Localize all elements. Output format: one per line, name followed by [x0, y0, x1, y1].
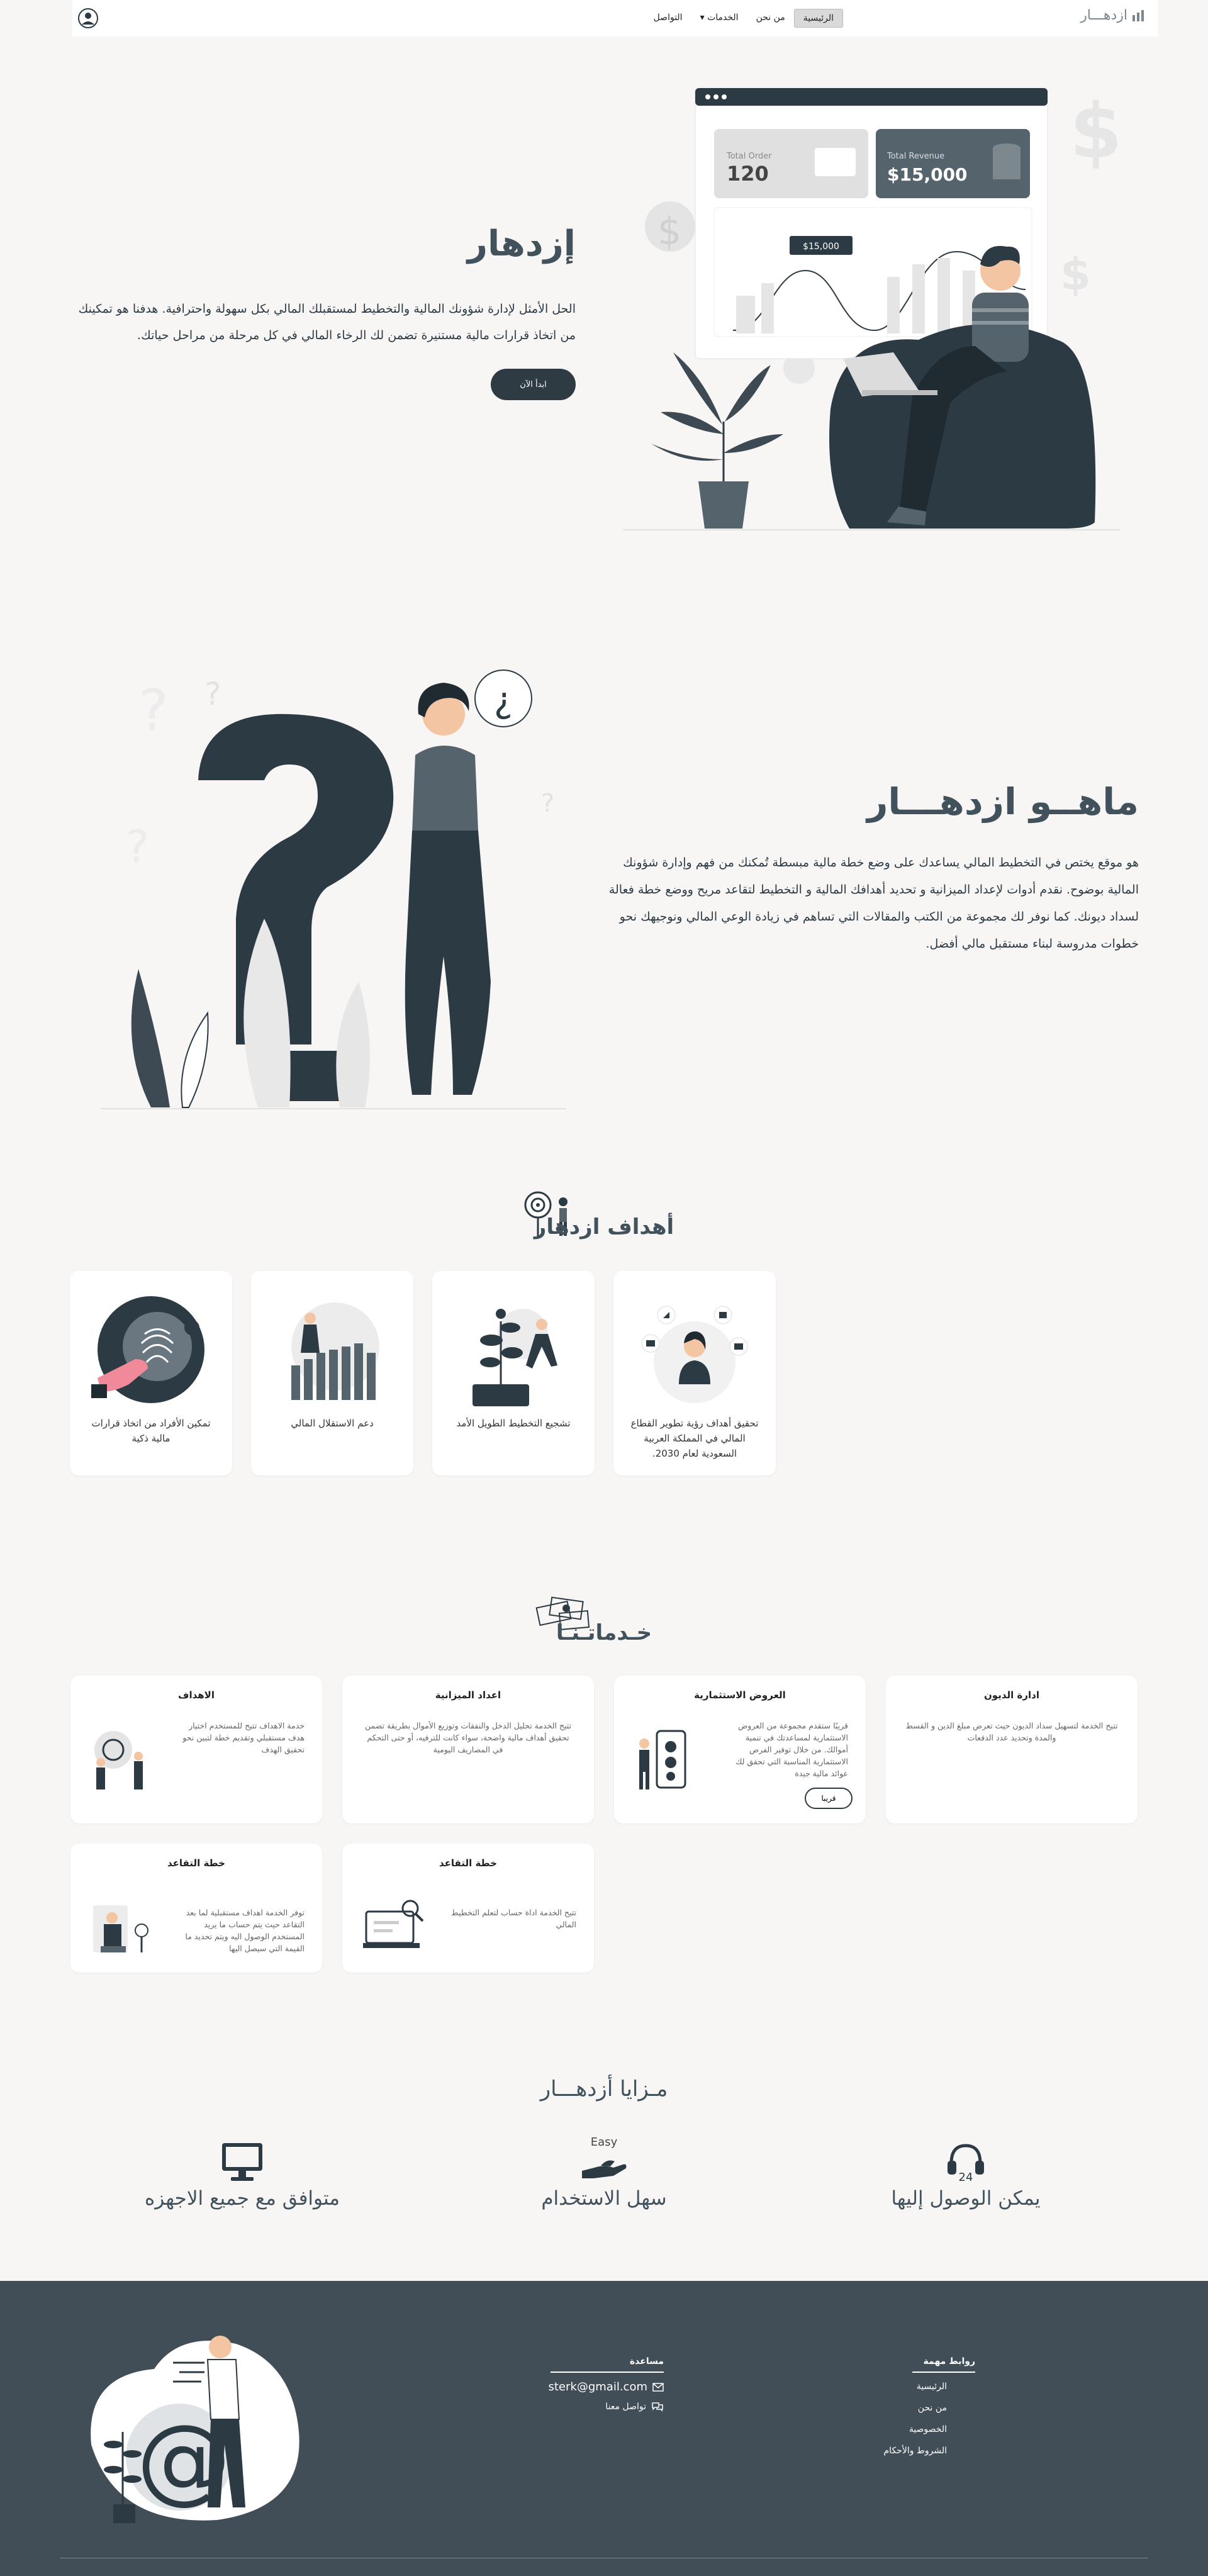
- hero-title: إزدهار: [467, 223, 576, 264]
- svg-text:?: ?: [541, 789, 554, 818]
- service-card-goals[interactable]: الاهداف خدمة الاهداف تتيح للمستخدم اختيا…: [70, 1676, 322, 1823]
- chart-tooltip: $15,000: [803, 242, 839, 252]
- service-card-investment[interactable]: العروض الاستثمارية قريبًا ستقدم مجموعة م…: [614, 1676, 866, 1823]
- goal-text: تمكين الأفراد من اتخاذ قرارات مالية ذكية: [91, 1418, 211, 1444]
- brand-name: ازدهـــار: [1080, 8, 1127, 23]
- svg-text:$: $: [1060, 249, 1091, 300]
- nav-about[interactable]: من نحن: [747, 9, 794, 28]
- growing-plant-illustration: [473, 1309, 557, 1406]
- about-title: ماهــو ازدهـــار: [867, 780, 1139, 823]
- service-description: تتيح الخدمة لتسهيل سداد الديون حيث تعرض …: [905, 1721, 1118, 1742]
- goal-text: تحقيق أهداف رؤية تطوير القطاع المالي في …: [630, 1418, 759, 1459]
- nav-services[interactable]: ▾ الخدمات: [691, 9, 747, 28]
- total-revenue-value: $15,000: [887, 164, 968, 185]
- hand-icon: Easy: [447, 2133, 761, 2183]
- feature-compatible: متوافق مع جميع الاجهزه: [85, 2133, 400, 2210]
- contact-label: تواصل معنا: [605, 2402, 646, 2412]
- service-description: تتيح الخدمة تحليل الدخل والنفقات وتوزيع …: [364, 1721, 572, 1754]
- feature-easy: Easy سهل الاستخدام: [447, 2133, 761, 2210]
- hero-description: الحل الأمثل لإدارة شؤونك المالية والتخطي…: [78, 302, 576, 342]
- service-title: خطة التقاعد: [439, 1857, 497, 1869]
- footer: @ روابط مهمة الرئيسية من نحن الخصوصية ال…: [0, 2281, 1208, 2576]
- service-card-debt[interactable]: ادارة الديون تتيح الخدمة لتسهيل سداد الد…: [886, 1676, 1138, 1823]
- goal-card-smart-decisions: تمكين الأفراد من اتخاذ قرارات مالية ذكية: [70, 1271, 232, 1476]
- goals-target-illustration: [94, 1731, 143, 1789]
- nav-links: الرئيسية من نحن ▾ الخدمات التواصل: [645, 9, 843, 28]
- footer-links-title: روابط مهمة: [923, 2356, 975, 2366]
- service-title: الاهداف: [178, 1689, 215, 1701]
- service-card-retirement-calc[interactable]: خطة التقاعد تتيح الخدمة اداة حساب لتعلم …: [342, 1844, 594, 1973]
- investment-illustration: [639, 1730, 686, 1789]
- service-description: توفر الخدمة اهداف مستقبلية لما بعد التقا…: [185, 1908, 305, 1953]
- svg-text:$: $: [657, 210, 681, 254]
- get-started-button[interactable]: ابدأ الآن: [491, 369, 576, 400]
- service-card-retirement-plan[interactable]: خطة التقاعد توفر الخدمة اهداف مستقبلية ل…: [70, 1844, 322, 1973]
- user-avatar-icon[interactable]: [77, 8, 99, 29]
- nav-contact[interactable]: التواصل: [645, 9, 691, 28]
- goal-text: تشجيع التخطيط الطويل الأمد: [456, 1418, 571, 1429]
- service-title: ادارة الديون: [984, 1689, 1039, 1701]
- svg-text:?: ?: [138, 678, 169, 744]
- nav-home[interactable]: الرئيسية: [793, 9, 843, 28]
- feature-label: سهل الاستخدام: [541, 2187, 667, 2210]
- total-order-label: Total Order: [726, 152, 772, 161]
- laptop-illustration: [363, 1900, 424, 1948]
- feature-accessible: 24 يمكن الوصول إليها: [808, 2133, 1123, 2210]
- footer-contact-link[interactable]: تواصل معنا: [605, 2402, 664, 2412]
- footer-help-title: مساعدة: [629, 2356, 664, 2366]
- service-card-budget[interactable]: اعداد الميزانية تتيح الخدمة تحليل الدخل …: [342, 1676, 594, 1823]
- about-illustration: ? ? ? ? ¿: [101, 669, 566, 1109]
- chat-icon: [652, 2402, 663, 2412]
- headset-icon: 24: [808, 2133, 1123, 2183]
- footer-links-underline: [912, 2372, 975, 2373]
- coming-soon-button[interactable]: قريبا: [805, 1788, 853, 1809]
- fingerprint-illustration: [91, 1296, 204, 1403]
- mail-icon: [652, 2382, 664, 2392]
- brand-logo[interactable]: ازدهـــار: [1080, 8, 1145, 23]
- service-description: تتيح الخدمة اداة حساب لتعلم التخطيط الما…: [451, 1908, 576, 1929]
- total-revenue-label: Total Revenue: [886, 152, 944, 161]
- footer-help-underline: [551, 2372, 664, 2373]
- goal-card-vision: تحقيق أهداف رؤية تطوير القطاع المالي في …: [613, 1271, 776, 1476]
- top-navbar: الرئيسية من نحن ▾ الخدمات التواصل ازدهــ…: [72, 0, 1158, 36]
- goals-title: أهداف ازدهار: [534, 1214, 674, 1240]
- total-order-value: 120: [727, 162, 769, 186]
- footer-email[interactable]: sterk@gmail.com: [549, 2380, 664, 2394]
- feature-badge: Easy: [591, 2136, 618, 2149]
- svg-text:?: ?: [204, 676, 221, 712]
- feature-label: يمكن الوصول إليها: [891, 2187, 1041, 2210]
- about-description: هو موقع يختص في التخطيط المالي يساعدك عل…: [608, 856, 1139, 951]
- features-title: مـزايا أزدهـــار: [540, 2076, 668, 2102]
- service-title: اعداد الميزانية: [435, 1689, 501, 1701]
- monitor-icon: [85, 2133, 400, 2183]
- svg-text:$: $: [1070, 88, 1122, 176]
- service-title: خطة التقاعد: [167, 1857, 225, 1869]
- email-address: sterk@gmail.com: [548, 2380, 648, 2394]
- chevron-down-icon: ▾: [700, 13, 708, 23]
- goal-card-long-term: تشجيع التخطيط الطويل الأمد: [432, 1271, 595, 1476]
- bar-growth-illustration: [291, 1302, 379, 1400]
- hero-illustration: $ $ $ Total Order 120 Total Revenue $15,…: [623, 87, 1122, 530]
- people-connections-illustration: [641, 1306, 748, 1403]
- service-description: خدمة الاهداف تتيح للمستخدم اختيار هدف مس…: [182, 1721, 305, 1754]
- services-title: خـدماتـنـا: [556, 1620, 652, 1645]
- nav-services-label: الخدمات: [707, 13, 739, 23]
- retirement-illustration: [93, 1905, 148, 1952]
- svg-text:¿: ¿: [494, 680, 513, 721]
- footer-link-about[interactable]: من نحن: [918, 2403, 947, 2413]
- svg-text:?: ?: [126, 821, 149, 873]
- footer-link-privacy[interactable]: الخصوصية: [909, 2424, 947, 2434]
- goal-card-independence: دعم الاستقلال المالي: [251, 1271, 413, 1476]
- email-contact-illustration: @: [91, 2336, 299, 2523]
- service-description: قريبًا ستقدم مجموعة من العروض الاستثماري…: [735, 1721, 848, 1778]
- footer-link-home[interactable]: الرئيسية: [917, 2382, 947, 2392]
- bar-chart-logo-icon: [1132, 9, 1144, 21]
- footer-link-terms[interactable]: الشروط والأحكام: [884, 2446, 947, 2456]
- feature-badge: 24: [959, 2171, 973, 2183]
- goal-text: دعم الاستقلال المالي: [291, 1418, 374, 1429]
- service-title: العروض الاستثمارية: [694, 1689, 786, 1701]
- feature-label: متوافق مع جميع الاجهزه: [145, 2187, 340, 2210]
